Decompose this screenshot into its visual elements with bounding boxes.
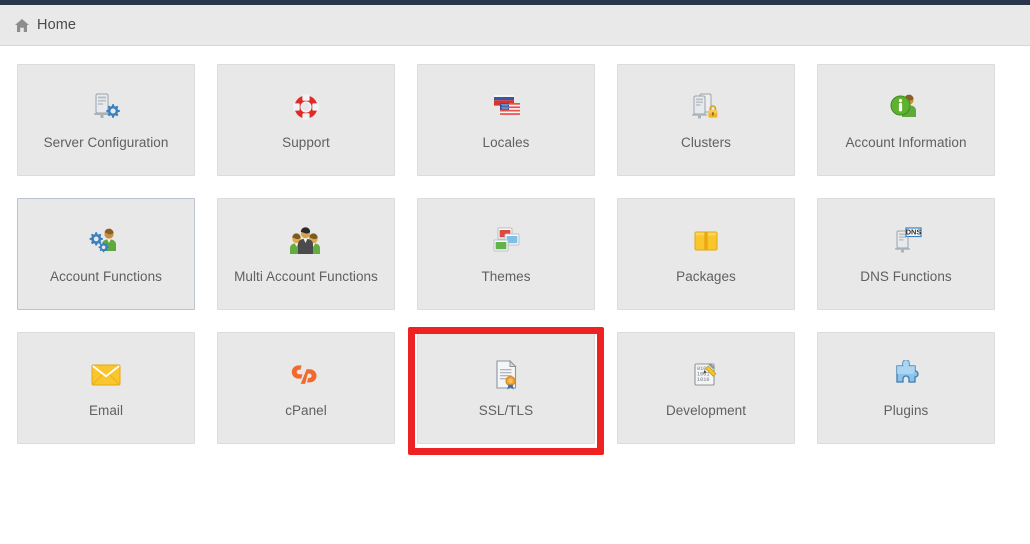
tile-server-configuration[interactable]: Server Configuration <box>17 64 195 176</box>
tile-label: Plugins <box>878 403 935 419</box>
breadcrumb-label: Home <box>37 17 76 33</box>
tile-label: Multi Account Functions <box>228 269 384 285</box>
tile-development[interactable]: 0101 1001 1010 Development <box>617 332 795 444</box>
server-gear-icon <box>89 89 123 125</box>
tile-packages[interactable]: Packages <box>617 198 795 310</box>
users-group-icon <box>289 223 323 259</box>
tile-grid-container: Server Configuration Support <box>0 46 1030 444</box>
tile-label: SSL/TLS <box>473 403 539 419</box>
tile-grid: Server Configuration Support <box>17 64 1013 444</box>
tile-label: Development <box>660 403 752 419</box>
tile-label: Locales <box>477 135 536 151</box>
svg-text:1010: 1010 <box>697 377 709 383</box>
windows-stack-icon <box>490 223 522 259</box>
tile-label: cPanel <box>279 403 333 419</box>
certificate-icon <box>492 357 520 393</box>
tile-themes[interactable]: Themes <box>417 198 595 310</box>
tile-label: Packages <box>670 269 742 285</box>
tile-plugins[interactable]: Plugins <box>817 332 995 444</box>
breadcrumb-bar: Home <box>0 5 1030 46</box>
tile-account-information[interactable]: Account Information <box>817 64 995 176</box>
puzzle-piece-icon <box>890 357 922 393</box>
tile-locales[interactable]: Locales <box>417 64 595 176</box>
tile-account-functions[interactable]: Account Functions <box>17 198 195 310</box>
tile-ssl-tls[interactable]: SSL/TLS <box>417 332 595 444</box>
home-icon <box>14 18 30 33</box>
tile-label: Server Configuration <box>38 135 175 151</box>
server-dns-icon: DNS <box>889 223 923 259</box>
servers-lock-icon <box>689 89 723 125</box>
tile-clusters[interactable]: Clusters <box>617 64 795 176</box>
tile-dns-functions[interactable]: DNS DNS Functions <box>817 198 995 310</box>
tile-label: Clusters <box>675 135 737 151</box>
tile-label: Account Functions <box>44 269 168 285</box>
tile-multi-account-functions[interactable]: Multi Account Functions <box>217 198 395 310</box>
tile-label: Email <box>83 403 129 419</box>
lifebuoy-icon <box>292 89 320 125</box>
tile-email[interactable]: Email <box>17 332 195 444</box>
envelope-icon <box>90 357 122 393</box>
tile-label: DNS Functions <box>854 269 957 285</box>
breadcrumb[interactable]: Home <box>14 17 76 33</box>
svg-text:DNS: DNS <box>906 228 922 237</box>
user-gear-icon <box>89 223 123 259</box>
cpanel-logo-icon <box>289 357 323 393</box>
tile-support[interactable]: Support <box>217 64 395 176</box>
code-tools-icon: 0101 1001 1010 <box>690 357 722 393</box>
tile-label: Account Information <box>839 135 972 151</box>
user-info-icon <box>889 89 923 125</box>
tile-label: Themes <box>475 269 536 285</box>
tile-label: Support <box>276 135 336 151</box>
tile-cpanel[interactable]: cPanel <box>217 332 395 444</box>
box-icon <box>691 223 721 259</box>
flags-icon <box>488 89 524 125</box>
